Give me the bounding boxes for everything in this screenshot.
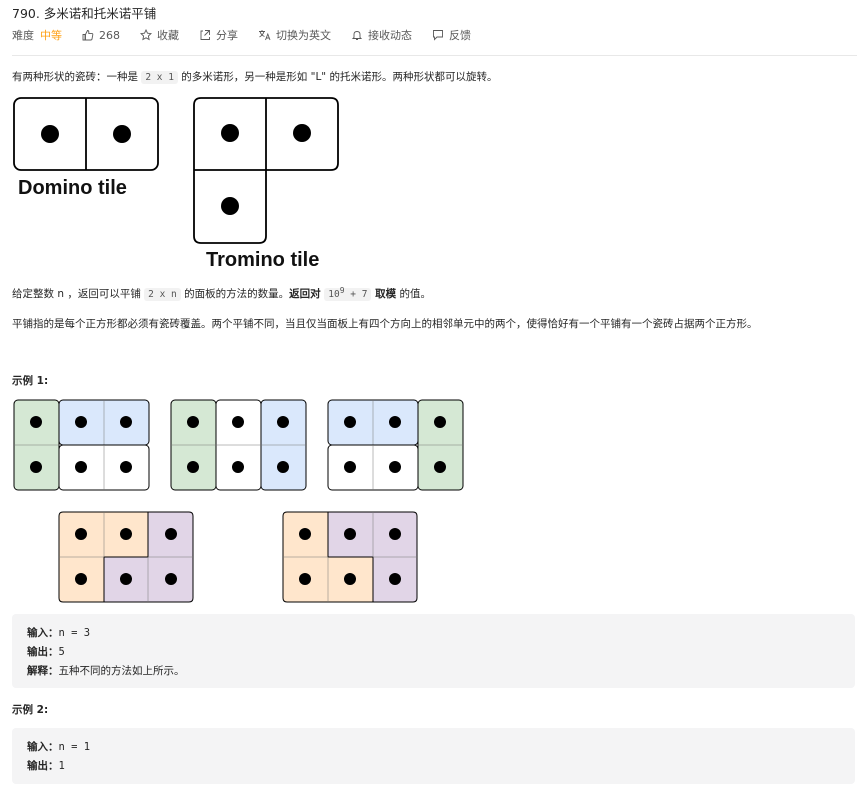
share-button[interactable]: 分享 (199, 27, 238, 43)
domino-caption: Domino tile (18, 177, 127, 199)
example-1-output-line: 输出：5 (27, 644, 65, 659)
intro-text-b: 的多米诺形，另一种是形如 "L" 的托米诺形。两种形状都可以旋转。 (177, 71, 498, 83)
example-2-input-value: n = 1 (58, 741, 91, 753)
feedback-button[interactable]: 反馈 (432, 27, 471, 43)
example-2-output-value: 1 (58, 760, 65, 772)
question-bold-a: 返回对 (289, 288, 325, 301)
example-1-explain-value: 五种不同的方法如上所示。 (58, 665, 185, 677)
intro-code: 2 x 1 (141, 71, 178, 84)
thumb-up-icon (82, 30, 94, 41)
example-2-output-line: 输出：1 (27, 758, 65, 773)
translate-icon (259, 30, 271, 41)
tiling-option-2 (170, 399, 307, 491)
bell-icon (351, 31, 363, 40)
example-1-explain-label: 解释： (27, 665, 59, 677)
question-bold-b: 取模 (371, 288, 397, 301)
share-icon (200, 30, 210, 40)
definition-paragraph: 平铺指的是每个正方形都必须有瓷砖覆盖。两个平铺不同，当且仅当面板上有四个方向上的… (12, 318, 758, 330)
tiling-option-1 (13, 399, 150, 491)
feedback-icon (433, 30, 443, 41)
intro-paragraph: 有两种形状的瓷砖：一种是 2 x 1 的多米诺形，另一种是形如 "L" 的托米诺… (12, 69, 497, 84)
header-divider (12, 55, 857, 56)
example-2-output-label: 输出： (27, 760, 59, 772)
switch-language-label: 切换为英文 (276, 29, 331, 42)
tiling-option-3 (327, 399, 464, 491)
like-button[interactable]: 268 (82, 29, 120, 42)
modulo-base: 10 (328, 289, 340, 301)
favorite-button[interactable]: 收藏 (140, 27, 179, 43)
modulo-rest: + 7 (344, 289, 368, 301)
tiling-option-5 (282, 511, 418, 603)
question-text-c: 的值。 (396, 288, 431, 301)
difficulty-badge: 中等 (40, 29, 62, 42)
question-text-a: 给定整数 n ，返回可以平铺 (12, 288, 145, 301)
favorite-label: 收藏 (157, 29, 179, 42)
question-code: 2 x n (144, 288, 181, 302)
problem-toolbar: 难度 中等 268 收藏 分享 切换为英文 接收动态 反馈 (12, 27, 491, 43)
switch-language-button[interactable]: 切换为英文 (258, 27, 331, 43)
example-2-title: 示例 2: (12, 704, 49, 716)
example-1-tilings (13, 399, 464, 603)
example-1-output-label: 输出： (27, 646, 59, 658)
notify-button[interactable]: 接收动态 (351, 27, 412, 43)
example-1-box: 输入：n = 3 输出：5 解释：五种不同的方法如上所示。 (12, 614, 855, 688)
intro-text-a: 有两种形状的瓷砖：一种是 (12, 71, 142, 83)
example-1-explain-line: 解释：五种不同的方法如上所示。 (27, 663, 185, 678)
example-1-input-value: n = 3 (58, 627, 91, 639)
tiling-option-4 (58, 511, 194, 603)
example-1-title: 示例 1: (12, 375, 49, 387)
question-paragraph: 给定整数 n ，返回可以平铺 2 x n 的面板的方法的数量。返回对 109 +… (12, 286, 431, 302)
like-count: 268 (99, 28, 120, 42)
star-icon (140, 29, 152, 41)
example-1-input-line: 输入：n = 3 (27, 625, 90, 640)
question-text-b: 的面板的方法的数量。 (180, 288, 290, 301)
tromino-tile-figure (193, 97, 339, 244)
share-label: 分享 (216, 29, 238, 42)
example-2-input-label: 输入： (27, 741, 59, 753)
modulo-code: 109 + 7 (324, 286, 372, 302)
example-1-input-label: 输入： (27, 627, 59, 639)
example-2-input-line: 输入：n = 1 (27, 739, 90, 754)
example-2-box: 输入：n = 1 输出：1 (12, 728, 855, 784)
difficulty-label: 难度 (12, 29, 34, 42)
example-1-output-value: 5 (58, 646, 65, 658)
tromino-caption: Tromino tile (206, 249, 320, 271)
notify-label: 接收动态 (368, 29, 412, 42)
feedback-label: 反馈 (449, 29, 471, 42)
problem-title: 790. 多米诺和托米诺平铺 (12, 6, 157, 21)
domino-tile-figure (13, 97, 159, 171)
